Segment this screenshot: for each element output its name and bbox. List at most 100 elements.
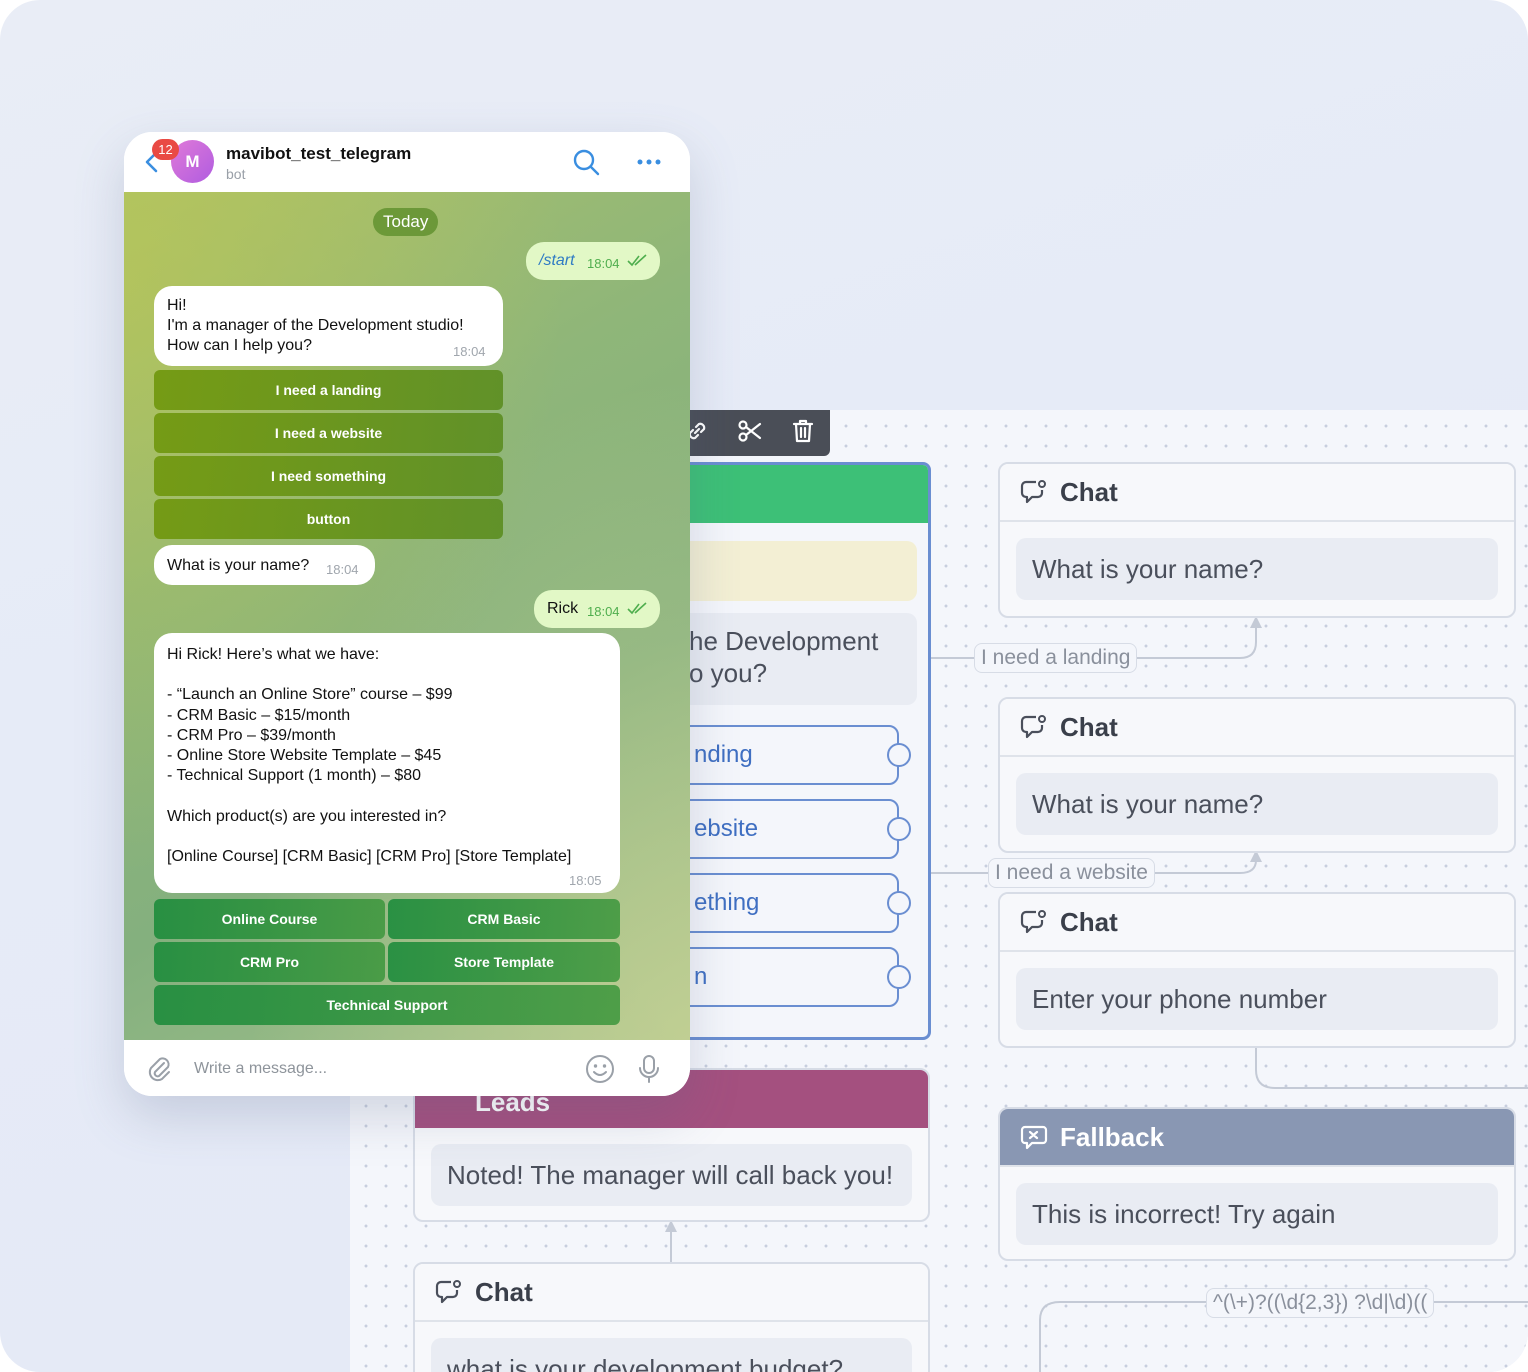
incoming-message-products[interactable]: Hi Rick! Here’s what we have: - “Launch …: [154, 633, 620, 893]
button-label: ething: [694, 889, 760, 916]
node-title: Chat: [1060, 906, 1118, 937]
incoming-message-greeting[interactable]: Hi! I'm a manager of the Development stu…: [154, 286, 503, 366]
emoji-icon[interactable]: [585, 1054, 615, 1089]
chat-bubble-icon: [435, 1280, 461, 1304]
node-toolbar: [670, 410, 830, 456]
output-port[interactable]: [887, 891, 911, 915]
message-line: [167, 665, 571, 685]
paperclip-icon[interactable]: [146, 1054, 172, 1087]
message-time: 18:05: [569, 873, 602, 888]
fallback-icon: [1020, 1125, 1048, 1150]
output-port[interactable]: [887, 743, 911, 767]
microphone-icon[interactable]: [637, 1054, 661, 1089]
node-title: Chat: [1060, 476, 1118, 507]
message-line: - Technical Support (1 month) – $80: [167, 767, 422, 785]
edge-label-landing[interactable]: I need a landing: [974, 643, 1138, 673]
chat-bubble-icon: [1020, 480, 1046, 504]
message-line: [Online Course] [CRM Basic] [CRM Pro] [S…: [167, 848, 572, 866]
edge-label-phone-regex[interactable]: ^(\+)?((\d{2,3}) ?\d|\d)((: [1206, 1288, 1435, 1318]
message-input[interactable]: Write a message...: [194, 1060, 327, 1078]
message-time: 18:04: [326, 562, 359, 577]
unread-badge: 12: [152, 139, 179, 160]
node-header: Chat: [1000, 894, 1514, 952]
scissors-icon[interactable]: [737, 418, 763, 448]
search-icon[interactable]: [572, 148, 600, 181]
button-label: ebsite: [694, 815, 759, 842]
more-options-icon[interactable]: [636, 148, 662, 179]
fallback-node[interactable]: Fallback This is incorrect! Try again: [998, 1107, 1516, 1261]
node-message-text: This is incorrect! Try again: [1032, 1198, 1336, 1229]
double-check-icon: [627, 253, 647, 272]
chat-bubble-icon: [1020, 715, 1046, 739]
chat-node-budget[interactable]: Chat what is your development budget?: [413, 1262, 930, 1372]
node-message: Noted! The manager will call back you!: [431, 1144, 912, 1206]
inline-button-website[interactable]: I need a website: [154, 413, 503, 453]
edge-label-website[interactable]: I need a website: [988, 858, 1155, 888]
button-label: n: [694, 963, 708, 990]
node-header: Chat: [1000, 699, 1514, 757]
incoming-message-name[interactable]: What is your name? 18:04: [154, 545, 375, 585]
node-message: Enter your phone number: [1016, 968, 1498, 1030]
message-line: How can I help you?: [167, 337, 312, 354]
chat-subtitle: bot: [226, 166, 246, 182]
message-line: Hi Rick! Here’s what we have:: [167, 646, 380, 663]
node-message-text: what is your development budget?: [447, 1353, 844, 1372]
inline-button-something[interactable]: I need something: [154, 456, 503, 496]
message-line: - “Launch an Online Store” course – $99: [167, 686, 453, 704]
inline-button-crm-pro[interactable]: CRM Pro: [154, 942, 385, 982]
start-node-message: he Development o you?: [689, 625, 878, 689]
start-node-message-line: he Development: [689, 626, 879, 656]
inline-button-store-template[interactable]: Store Template: [388, 942, 620, 982]
chat-title[interactable]: mavibot_test_telegram: [226, 144, 411, 164]
double-check-icon: [627, 601, 647, 620]
node-message-text: Noted! The manager will call back you!: [447, 1159, 894, 1190]
telegram-window: M 12 mavibot_test_telegram bot Today /st…: [124, 132, 690, 1096]
message-text: /start: [539, 252, 575, 269]
trash-icon[interactable]: [790, 418, 816, 448]
inline-button-online-course[interactable]: Online Course: [154, 899, 385, 939]
node-header: Chat: [1000, 464, 1514, 522]
button-label: nding: [694, 741, 753, 768]
node-message: What is your name?: [1016, 773, 1498, 835]
day-separator: Today: [373, 208, 439, 236]
node-message-text: Enter your phone number: [1032, 983, 1327, 1014]
node-title: Chat: [475, 1276, 533, 1307]
stage: he Development o you? nding ebsite ethin…: [0, 0, 1528, 1372]
node-header: Fallback: [1000, 1109, 1514, 1167]
node-header: Chat: [415, 1264, 928, 1322]
node-message: what is your development budget?: [431, 1338, 912, 1372]
output-port[interactable]: [887, 817, 911, 841]
inline-button-landing[interactable]: I need a landing: [154, 370, 503, 410]
output-port[interactable]: [887, 965, 911, 989]
message-composer: Write a message...: [124, 1040, 690, 1096]
chat-area[interactable]: Today /start 18:04 Hi! I'm a manager of …: [124, 192, 690, 1040]
chat-bubble-icon: [1020, 910, 1046, 934]
message-line: [167, 827, 571, 847]
chat-node-3[interactable]: Chat Enter your phone number: [998, 892, 1516, 1048]
message-line: - CRM Basic – $15/month: [167, 706, 351, 724]
message-time: 18:04: [587, 256, 620, 271]
inline-button-crm-basic[interactable]: CRM Basic: [388, 899, 620, 939]
message-time: 18:04: [587, 604, 620, 619]
message-line: - Online Store Website Template – $45: [167, 747, 442, 765]
node-message: What is your name?: [1016, 538, 1498, 600]
inline-button-technical-support[interactable]: Technical Support: [154, 985, 620, 1025]
node-message-text: What is your name?: [1032, 553, 1264, 584]
chat-node-2[interactable]: Chat What is your name?: [998, 697, 1516, 853]
outgoing-message-rick[interactable]: Rick 18:04: [534, 590, 660, 628]
message-text: Rick: [547, 600, 579, 617]
node-message: This is incorrect! Try again: [1016, 1183, 1498, 1245]
message-line: Hi!: [167, 297, 187, 314]
chat-node-1[interactable]: Chat What is your name?: [998, 462, 1516, 618]
chat-header: M 12 mavibot_test_telegram bot: [124, 132, 690, 192]
message-text: What is your name?: [167, 557, 310, 574]
message-line: [167, 787, 571, 807]
node-message-text: What is your name?: [1032, 788, 1264, 819]
node-title: Chat: [1060, 711, 1118, 742]
inline-button-button[interactable]: button: [154, 499, 503, 539]
node-title: Fallback: [1060, 1121, 1165, 1152]
message-line: - CRM Pro – $39/month: [167, 726, 336, 744]
outgoing-message-start[interactable]: /start 18:04: [526, 242, 660, 280]
start-node-note: [663, 541, 917, 601]
message-line: I'm a manager of the Development studio!: [167, 317, 464, 334]
